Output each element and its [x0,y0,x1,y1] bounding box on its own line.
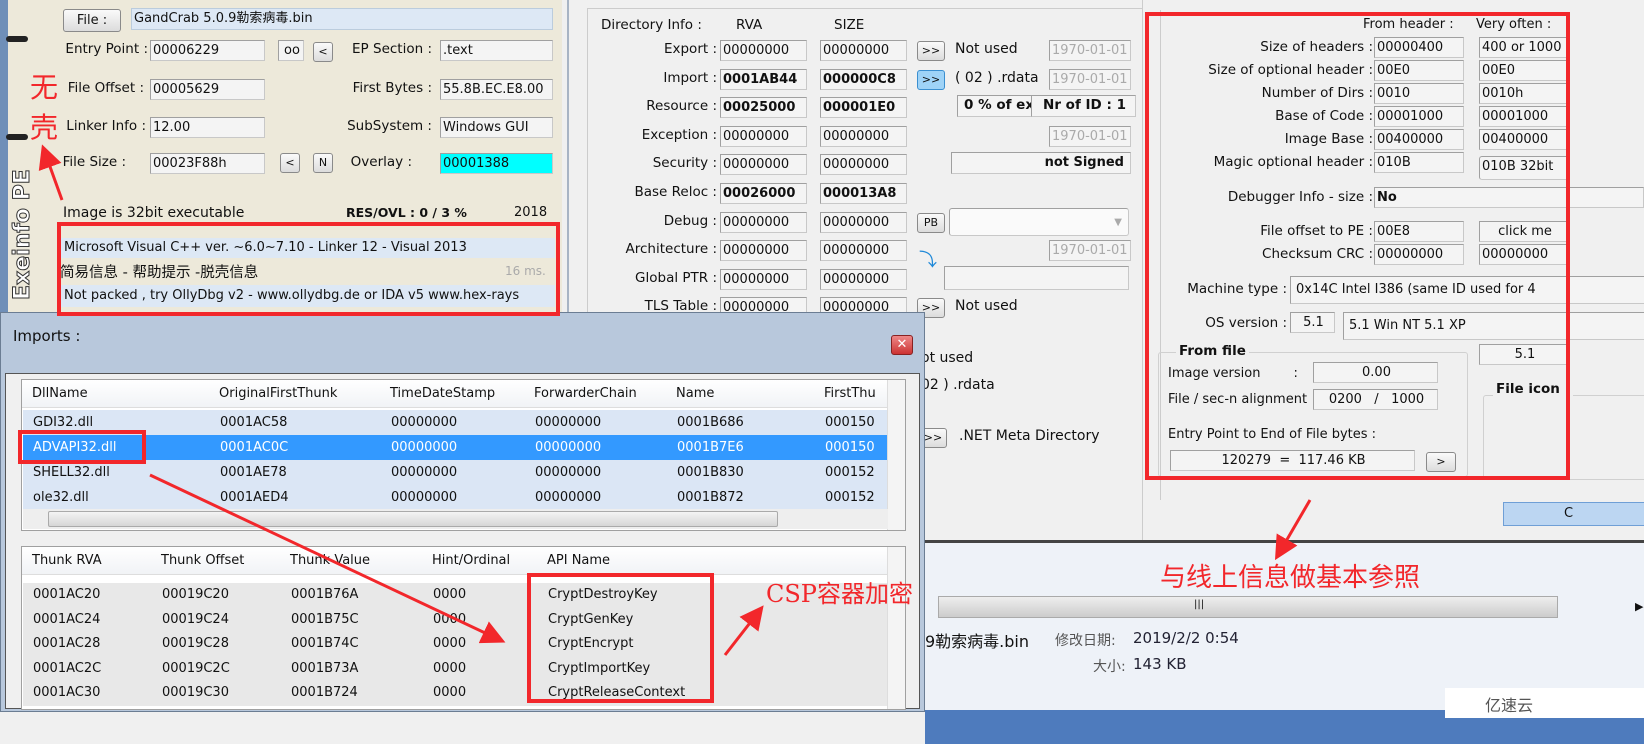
arrow-icon [149,473,506,644]
arrow-icon [38,144,64,201]
arrow-icon [723,605,764,656]
arrow-icon [1274,499,1312,561]
annotation-arrows [38,144,1312,656]
